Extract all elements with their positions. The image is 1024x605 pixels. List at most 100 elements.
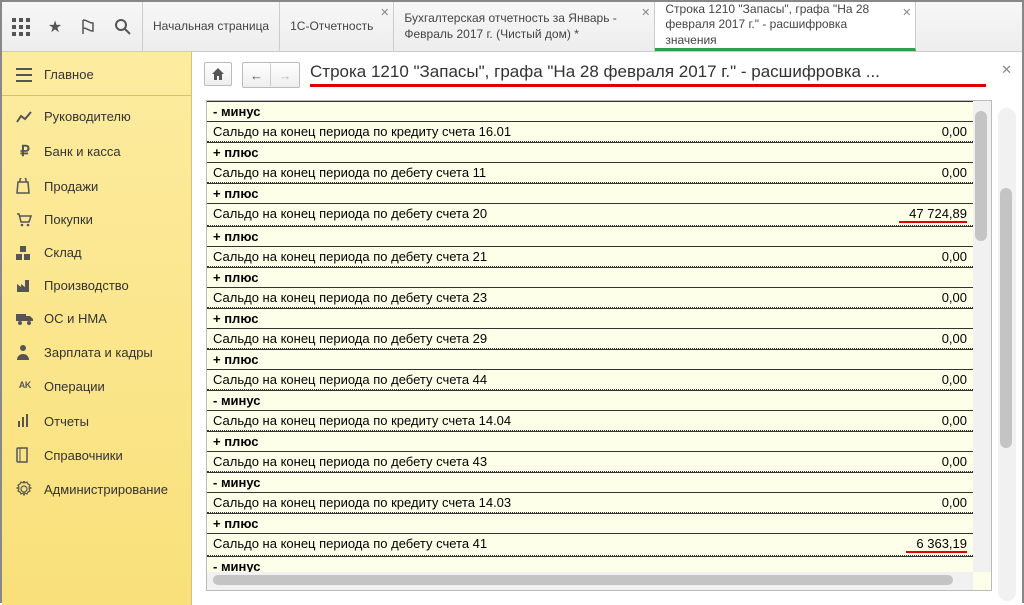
sidebar-item-factory[interactable]: Производство bbox=[2, 269, 191, 302]
tab-label: 1С-Отчетность bbox=[290, 19, 373, 35]
bag-icon bbox=[16, 178, 34, 194]
sidebar-label: Покупки bbox=[44, 212, 93, 227]
data-row[interactable]: Сальдо на конец периода по дебету счета … bbox=[207, 204, 973, 226]
data-row[interactable]: Сальдо на конец периода по дебету счета … bbox=[207, 452, 973, 472]
sidebar-item-cart[interactable]: Покупки bbox=[2, 203, 191, 236]
ruble-icon: ₽ bbox=[16, 142, 34, 160]
sidebar-item-gear[interactable]: Администрирование bbox=[2, 472, 191, 506]
back-button[interactable]: ← bbox=[243, 63, 271, 87]
sign-row: + плюс bbox=[207, 226, 973, 247]
sign-row: + плюс bbox=[207, 431, 973, 452]
row-description: Сальдо на конец периода по дебету счета … bbox=[213, 165, 486, 180]
sidebar-item-truck[interactable]: ОС и НМА bbox=[2, 302, 191, 335]
row-value: 0,00 bbox=[932, 495, 967, 510]
sidebar-item-report[interactable]: Отчеты bbox=[2, 404, 191, 438]
row-value: 0,00 bbox=[932, 249, 967, 264]
search-icon[interactable] bbox=[112, 16, 134, 38]
row-description: Сальдо на конец периода по дебету счета … bbox=[213, 290, 487, 305]
row-description: Сальдо на конец периода по дебету счета … bbox=[213, 536, 487, 553]
person-icon bbox=[16, 344, 34, 360]
book-icon bbox=[16, 447, 34, 463]
report-container: - минус Сальдо на конец периода по кредит… bbox=[206, 100, 992, 591]
sidebar-label: Руководителю bbox=[44, 109, 131, 124]
tab[interactable]: Начальная страница bbox=[143, 2, 280, 51]
data-row[interactable]: Сальдо на конец периода по кредиту счета… bbox=[207, 122, 973, 142]
row-value: 0,00 bbox=[932, 331, 967, 346]
row-value: 0,00 bbox=[932, 454, 967, 469]
row-description: Сальдо на конец периода по кредиту счета… bbox=[213, 495, 511, 510]
sign-row: + плюс bbox=[207, 513, 973, 534]
sidebar-label: Зарплата и кадры bbox=[44, 345, 153, 360]
sidebar-label: Главное bbox=[44, 67, 94, 82]
row-description: Сальдо на конец периода по дебету счета … bbox=[213, 249, 487, 264]
sidebar-item-book[interactable]: Справочники bbox=[2, 438, 191, 472]
sidebar-item-chart[interactable]: Руководителю bbox=[2, 100, 191, 133]
factory-icon bbox=[16, 279, 34, 293]
sidebar-item-ops[interactable]: ᴬᴷОперации bbox=[2, 369, 191, 404]
sidebar-item-ruble[interactable]: ₽Банк и касса bbox=[2, 133, 191, 169]
sidebar-label: Производство bbox=[44, 278, 129, 293]
data-row[interactable]: Сальдо на конец периода по дебету счета … bbox=[207, 370, 973, 390]
tab[interactable]: Бухгалтерская отчетность за Январь - Фев… bbox=[394, 2, 655, 51]
tab-label: Начальная страница bbox=[153, 19, 269, 35]
nav-buttons: ← → bbox=[242, 62, 300, 88]
chart-icon bbox=[16, 110, 34, 124]
report-body: - минус Сальдо на конец периода по кредит… bbox=[207, 101, 973, 572]
gear-icon bbox=[16, 481, 34, 497]
sidebar-label: Справочники bbox=[44, 448, 123, 463]
sign-row: - минус bbox=[207, 556, 973, 572]
sidebar-label: ОС и НМА bbox=[44, 311, 107, 326]
tab[interactable]: Строка 1210 "Запасы", графа "На 28 февра… bbox=[655, 2, 916, 51]
row-value: 0,00 bbox=[932, 290, 967, 305]
top-toolbar: ★ Начальная страница 1С-Отчетность ✕ Бухгал… bbox=[2, 2, 1022, 52]
tab-close-icon[interactable]: ✕ bbox=[641, 6, 650, 20]
data-row[interactable]: Сальдо на конец периода по дебету счета … bbox=[207, 163, 973, 183]
history-icon[interactable] bbox=[78, 16, 100, 38]
main-header: ← → Строка 1210 "Запасы", графа "На 28 ф… bbox=[192, 52, 1022, 92]
sign-row: + плюс bbox=[207, 308, 973, 329]
row-description: Сальдо на конец периода по кредиту счета… bbox=[213, 124, 511, 139]
page-title: Строка 1210 "Запасы", графа "На 28 февра… bbox=[310, 62, 990, 82]
tabs: Начальная страница 1С-Отчетность ✕ Бухгалте… bbox=[143, 2, 1022, 51]
tab-label: Бухгалтерская отчетность за Январь - Фев… bbox=[404, 11, 634, 42]
sidebar-item-boxes[interactable]: Склад bbox=[2, 236, 191, 269]
tab[interactable]: 1С-Отчетность ✕ bbox=[280, 2, 394, 51]
outer-vertical-scrollbar[interactable] bbox=[998, 108, 1016, 601]
data-row[interactable]: Сальдо на конец периода по дебету счета … bbox=[207, 534, 973, 556]
row-description: Сальдо на конец периода по дебету счета … bbox=[213, 454, 487, 469]
data-row[interactable]: Сальдо на конец периода по дебету счета … bbox=[207, 329, 973, 349]
star-icon[interactable]: ★ bbox=[44, 16, 66, 38]
tab-close-icon[interactable]: ✕ bbox=[380, 6, 389, 20]
sign-row: - минус bbox=[207, 472, 973, 493]
menu-icon bbox=[16, 68, 34, 82]
home-button[interactable] bbox=[204, 62, 232, 86]
sign-row: + плюс bbox=[207, 349, 973, 370]
data-row[interactable]: Сальдо на конец периода по кредиту счета… bbox=[207, 493, 973, 513]
row-value: 0,00 bbox=[932, 124, 967, 139]
vertical-scrollbar[interactable] bbox=[973, 101, 991, 572]
row-description: Сальдо на конец периода по дебету счета … bbox=[213, 331, 487, 346]
horizontal-scrollbar[interactable] bbox=[207, 572, 973, 590]
apps-icon[interactable] bbox=[10, 16, 32, 38]
sidebar-label: Продажи bbox=[44, 179, 98, 194]
sign-row: + плюс bbox=[207, 142, 973, 163]
row-description: Сальдо на конец периода по дебету счета … bbox=[213, 206, 487, 223]
sidebar-item-menu[interactable]: Главное bbox=[2, 58, 191, 91]
data-row[interactable]: Сальдо на конец периода по кредиту счета… bbox=[207, 411, 973, 431]
close-icon[interactable]: ✕ bbox=[1001, 62, 1012, 78]
sign-row: + плюс bbox=[207, 267, 973, 288]
sign-row: + плюс bbox=[207, 183, 973, 204]
sidebar-item-bag[interactable]: Продажи bbox=[2, 169, 191, 203]
sidebar-label: Склад bbox=[44, 245, 82, 260]
data-row[interactable]: Сальдо на конец периода по дебету счета … bbox=[207, 247, 973, 267]
forward-button: → bbox=[271, 63, 299, 87]
row-value: 0,00 bbox=[932, 372, 967, 387]
title-underline bbox=[310, 84, 986, 87]
sidebar-item-person[interactable]: Зарплата и кадры bbox=[2, 335, 191, 369]
data-row[interactable]: Сальдо на конец периода по дебету счета … bbox=[207, 288, 973, 308]
row-value: 6 363,19 bbox=[906, 536, 967, 553]
report-icon bbox=[16, 413, 34, 429]
row-description: Сальдо на конец периода по дебету счета … bbox=[213, 372, 487, 387]
tab-close-icon[interactable]: ✕ bbox=[902, 6, 911, 20]
sidebar-label: Отчеты bbox=[44, 414, 89, 429]
